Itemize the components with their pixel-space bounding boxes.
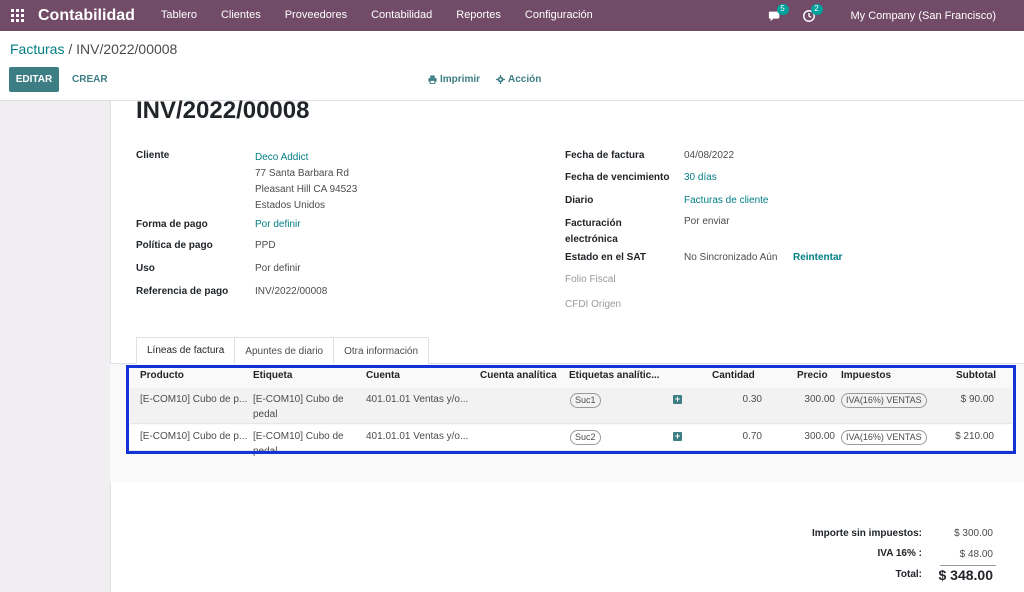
retry-button[interactable]: Reintentar [793,252,842,263]
einvoice-value: Por enviar [684,216,730,227]
einvoice-label-line-2: electrónica [565,234,618,245]
untaxed-label: Importe sin impuestos: [811,528,922,539]
gear-icon [496,75,506,84]
payment-form-label: Forma de pago [136,219,208,230]
address-line-2: Pleasant Hill CA 94523 [255,184,358,195]
menu-item-contabilidad[interactable]: Contabilidad [359,0,444,31]
invoice-date-value: 04/08/2022 [684,150,735,161]
action-button[interactable]: Acción [496,74,541,85]
iva-label: IVA 16% : [877,548,922,559]
address-line-1: 77 Santa Barbara Rd [255,168,349,179]
notebook-tabs: Líneas de factura Apuntes de diario Otra… [136,337,430,364]
customer-address: Deco Addict 77 Santa Barbara Rd Pleasant… [255,150,357,214]
activities-button[interactable]: 2 [797,0,823,31]
totals-divider [940,565,996,566]
usage-value: Por definir [255,263,301,274]
menu-item-proveedores[interactable]: Proveedores [273,0,359,31]
total-label: Total: [895,569,922,580]
breadcrumb-facturas[interactable]: Facturas [10,41,64,57]
messages-count-badge: 5 [776,4,789,15]
print-button[interactable]: Imprimir [428,74,480,85]
payment-form-value[interactable]: Por definir [255,219,301,230]
tab-other-info[interactable]: Otra información [333,337,430,364]
payment-policy-label: Política de pago [136,240,213,251]
journal-label: Diario [565,195,594,206]
due-date-value[interactable]: 30 días [684,172,717,183]
customer-name-link[interactable]: Deco Addict [255,150,357,166]
total-value: $ 348.00 [938,567,994,583]
menu-item-configuracion[interactable]: Configuración [513,0,605,31]
payment-ref-label: Referencia de pago [136,286,229,297]
usage-label: Uso [136,263,155,274]
payment-policy-value: PPD [255,240,276,251]
apps-menu-icon[interactable] [2,0,32,31]
untaxed-value: $ 300.00 [954,528,993,539]
address-line-3: Estados Unidos [255,200,326,211]
invoice-title: INV/2022/00008 [136,97,310,124]
tab-journal-items[interactable]: Apuntes de diario [234,337,335,364]
customer-label: Cliente [136,150,170,161]
breadcrumb-separator: / [64,41,77,57]
menu-item-reportes[interactable]: Reportes [444,0,513,31]
invoice-date-label: Fecha de factura [565,150,645,161]
breadcrumb: Facturas / INV/2022/00008 [10,41,177,57]
fiscal-folio-label: Folio Fiscal [565,274,616,285]
journal-value[interactable]: Facturas de cliente [684,195,769,206]
top-navbar: Contabilidad Tablero Clientes Proveedore… [0,0,1024,31]
sat-status-label: Estado en el SAT [565,252,646,263]
printer-icon [428,75,437,84]
activities-count-badge: 2 [810,4,823,15]
action-label: Acción [508,74,542,85]
cfdi-origin-label: CFDI Origen [565,299,622,310]
breadcrumb-current: INV/2022/00008 [76,41,178,57]
payment-ref-value: INV/2022/00008 [255,286,328,297]
create-button[interactable]: CREAR [68,67,112,92]
einvoice-label: Facturación electrónica [565,216,622,248]
sat-status-value: No Sincronizado Aún [684,252,778,263]
due-date-label: Fecha de vencimiento [565,172,670,183]
einvoice-label-line-1: Facturación [565,218,622,229]
messages-button[interactable]: 5 [763,0,789,31]
menu-item-tablero[interactable]: Tablero [149,0,209,31]
actions-bar: Imprimir Acción [428,67,557,92]
print-label: Imprimir [440,74,481,85]
menu-item-clientes[interactable]: Clientes [209,0,273,31]
table-highlight-frame [126,365,1016,454]
app-brand[interactable]: Contabilidad [38,7,135,25]
company-switcher[interactable]: My Company (San Francisco) [851,10,997,22]
tab-invoice-lines[interactable]: Líneas de factura [136,337,236,364]
edit-button[interactable]: EDITAR [9,67,59,92]
iva-value: $ 48.00 [959,549,993,560]
control-panel: Facturas / INV/2022/00008 EDITAR CREAR I… [0,31,1024,101]
